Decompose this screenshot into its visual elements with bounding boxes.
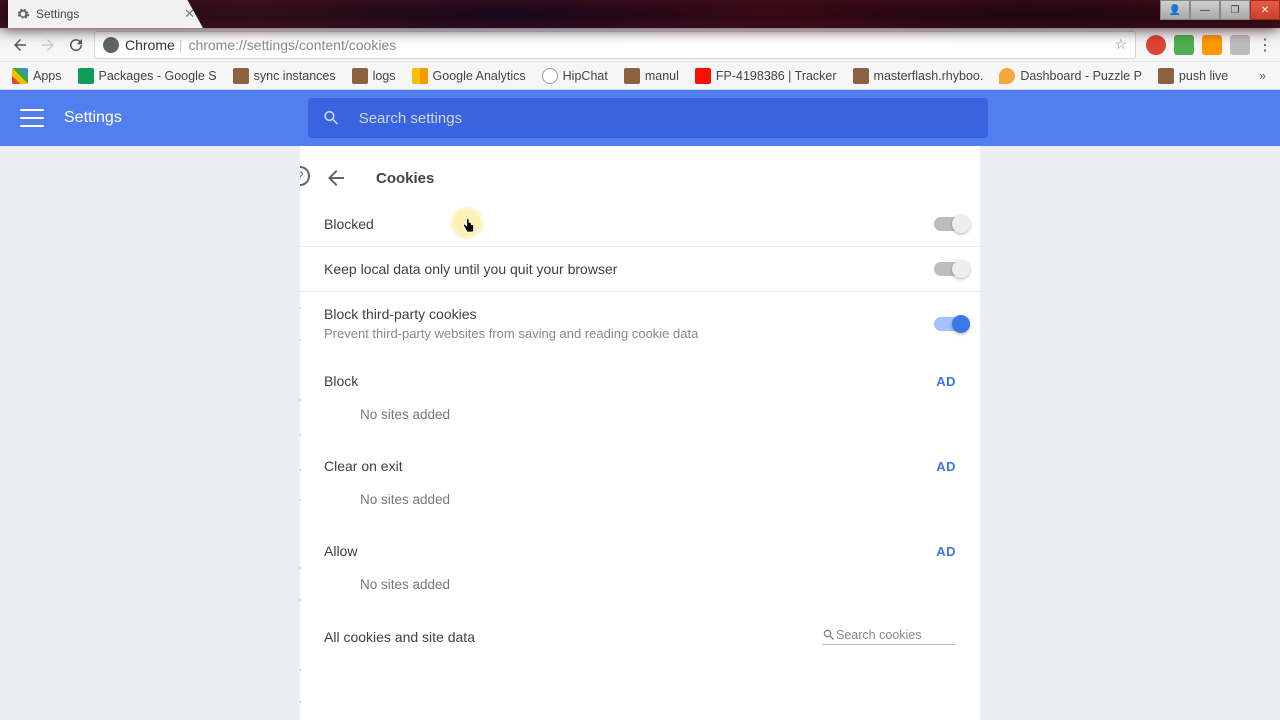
tab-title: Settings [36, 7, 79, 21]
bookmark-item[interactable]: Google Analytics [406, 65, 532, 87]
page-title: Cookies [376, 170, 434, 187]
section-allow: Allow AD [300, 525, 980, 565]
bookmark-item[interactable]: push live [1152, 65, 1234, 87]
extension-favicon [624, 68, 640, 84]
search-icon [322, 108, 341, 128]
toggle-blocked[interactable] [934, 217, 968, 231]
apps-button[interactable]: Apps [6, 65, 68, 87]
user-button[interactable]: 👤 [1160, 0, 1190, 20]
settings-header: Settings [0, 90, 1280, 146]
add-block-button[interactable]: AD [936, 374, 956, 389]
bookmarks-bar: Apps Packages - Google S sync instances … [0, 62, 1280, 90]
all-cookies-row[interactable]: All cookies and site data [300, 610, 980, 645]
back-button[interactable] [6, 31, 34, 59]
bookmark-item[interactable]: HipChat [536, 65, 614, 87]
url-scheme: Chrome [125, 37, 175, 53]
extension-favicon [233, 68, 249, 84]
bookmark-item[interactable]: FP-4198386 | Tracker [689, 65, 843, 87]
extension-icons [1140, 35, 1256, 55]
settings-panel: ? Cookies Blocked Keep local data only u… [300, 146, 980, 720]
os-titlebar: Settings ✕ 👤 — ❐ ✕ [0, 0, 1280, 28]
url-path: chrome://settings/content/cookies [188, 37, 396, 53]
allow-empty: No sites added [300, 565, 980, 610]
extension-icon[interactable] [1146, 35, 1166, 55]
section-block: Block AD [300, 355, 980, 395]
search-settings-input[interactable] [359, 110, 974, 127]
forward-button[interactable] [34, 31, 62, 59]
extension-favicon [1158, 68, 1174, 84]
browser-toolbar: Chrome | chrome://settings/content/cooki… [0, 28, 1280, 62]
bookmark-item[interactable]: sync instances [227, 65, 342, 87]
section-clear: Clear on exit AD [300, 440, 980, 480]
clear-empty: No sites added [300, 480, 980, 525]
chrome-icon [103, 37, 119, 53]
bookmarks-overflow-icon[interactable]: » [1259, 69, 1274, 83]
extension-icon[interactable] [1202, 35, 1222, 55]
maximize-button[interactable]: ❐ [1220, 0, 1250, 20]
cloud-icon [999, 68, 1015, 84]
chrome-menu-icon[interactable]: ⋮ [1256, 35, 1274, 55]
adobe-icon [695, 68, 711, 84]
add-clear-button[interactable]: AD [936, 459, 956, 474]
add-allow-button[interactable]: AD [936, 544, 956, 559]
browser-tab[interactable]: Settings ✕ [8, 0, 203, 28]
bookmark-item[interactable]: masterflash.rhyboo. [847, 65, 990, 87]
bookmark-star-icon[interactable]: ☆ [1114, 36, 1127, 53]
extension-favicon [853, 68, 869, 84]
back-arrow-icon[interactable] [324, 166, 348, 190]
toggle-third-party[interactable] [934, 317, 968, 331]
apps-icon [12, 68, 28, 84]
block-empty: No sites added [300, 395, 980, 440]
search-settings-box[interactable] [308, 98, 988, 138]
hipchat-icon [542, 68, 558, 84]
minimize-button[interactable]: — [1190, 0, 1220, 20]
reload-button[interactable] [62, 31, 90, 59]
address-bar[interactable]: Chrome | chrome://settings/content/cooki… [94, 31, 1136, 59]
hamburger-menu-icon[interactable] [20, 109, 44, 127]
extension-icon[interactable] [1174, 35, 1194, 55]
bookmark-item[interactable]: logs [346, 65, 402, 87]
extension-favicon [352, 68, 368, 84]
toggle-keep-local[interactable] [934, 262, 968, 276]
search-cookies-input[interactable] [836, 628, 956, 642]
content-area: ? Cookies Blocked Keep local data only u… [0, 146, 1280, 720]
gear-icon [16, 7, 30, 21]
row-keep-local[interactable]: Keep local data only until you quit your… [300, 247, 980, 292]
row-third-party[interactable]: Block third-party cookies Prevent third-… [300, 292, 980, 355]
bookmark-item[interactable]: Dashboard - Puzzle P [993, 65, 1148, 87]
close-window-button[interactable]: ✕ [1250, 0, 1280, 20]
search-icon [822, 628, 836, 642]
bookmark-item[interactable]: Packages - Google S [72, 65, 223, 87]
analytics-icon [412, 68, 428, 84]
sheets-icon [78, 68, 94, 84]
window-controls: 👤 — ❐ ✕ [1160, 0, 1280, 20]
header-title: Settings [64, 109, 122, 127]
bookmark-item[interactable]: manul [618, 65, 685, 87]
extension-icon[interactable] [1230, 35, 1250, 55]
row-blocked[interactable]: Blocked [300, 202, 980, 247]
